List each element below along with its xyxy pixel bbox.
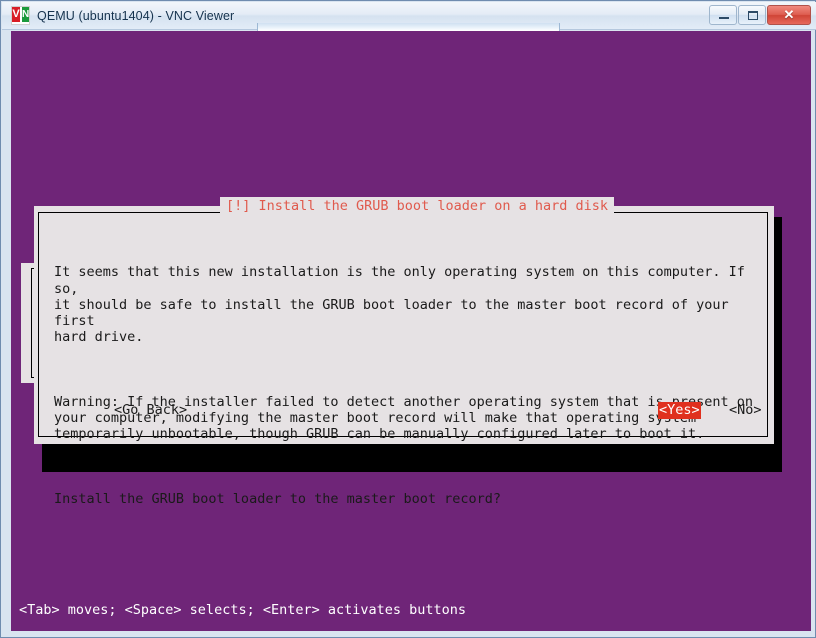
close-button[interactable]: ✕ [767, 5, 811, 25]
keyboard-hint-bar: <Tab> moves; <Space> selects; <Enter> ac… [19, 602, 467, 618]
maximize-icon [748, 11, 758, 20]
vnc-logo-icon: V N [11, 6, 30, 25]
go-back-button[interactable]: <Go Back> [114, 402, 187, 419]
dialog-question: Install the GRUB boot loader to the mast… [54, 490, 502, 507]
dialog-button-row: <Go Back> <Yes> <No> [34, 402, 774, 420]
minimize-button[interactable] [709, 5, 737, 25]
window-title: QEMU (ubuntu1404) - VNC Viewer [37, 8, 235, 23]
no-button[interactable]: <No> [729, 402, 762, 419]
grub-install-dialog: [!] Install the GRUB boot loader on a ha… [34, 197, 774, 507]
dialog-paragraph-1: It seems that this new installation is t… [54, 264, 745, 346]
minimize-icon [719, 17, 729, 19]
dialog-body-text: It seems that this new installation is t… [54, 232, 762, 539]
vnc-logo-n-letter: N [22, 7, 30, 22]
yes-button[interactable]: <Yes> [658, 402, 701, 419]
maximize-button[interactable] [738, 5, 766, 25]
window-controls: ✕ [709, 5, 811, 25]
vnc-logo-v-letter: V [12, 7, 20, 22]
dialog-title: [!] Install the GRUB boot loader on a ha… [220, 197, 615, 215]
vnc-viewer-window: V N QEMU (ubuntu1404) - VNC Viewer ✕ [!]… [0, 0, 816, 638]
close-icon: ✕ [783, 7, 795, 22]
remote-desktop-screen[interactable]: [!] Install the GRUB boot loader on a ha… [11, 31, 811, 631]
